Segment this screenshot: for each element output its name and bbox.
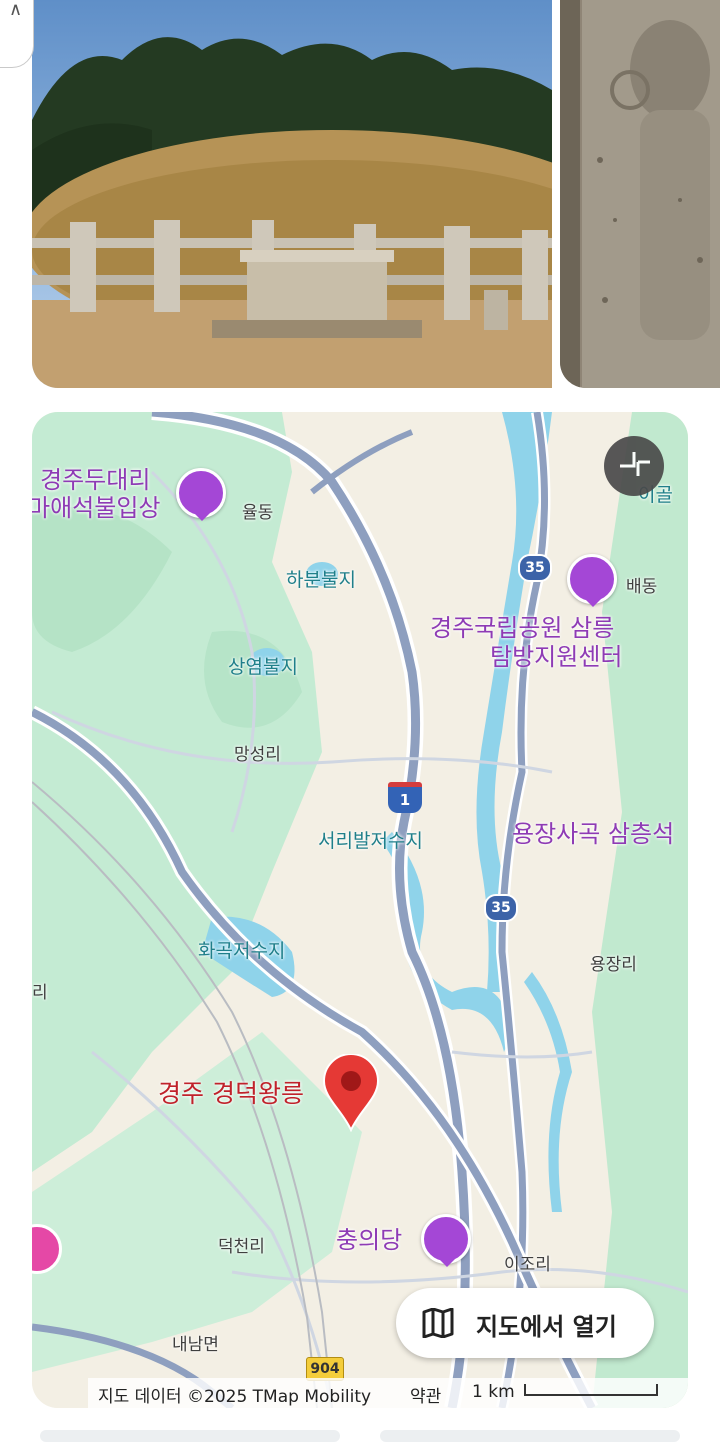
map-icon [422, 1308, 454, 1338]
poi-yongjang[interactable]: 용장사곡 삼층석 [512, 820, 674, 848]
open-in-map-label: 지도에서 열기 [476, 1313, 617, 1341]
scale-label: 1 km [472, 1382, 515, 1402]
photo-carousel[interactable]: ∧ [0, 0, 720, 390]
park-label-2[interactable]: 탐방지원센터 [490, 643, 622, 671]
terms-link[interactable]: 약관 [410, 1382, 441, 1407]
open-in-map-button[interactable]: 지도에서 열기 [396, 1288, 654, 1358]
village-baedong: 배동 [626, 577, 658, 597]
next-card-hint [40, 1430, 340, 1442]
map-card[interactable]: 경주두대리 마애석불입상 율동 이골 하분불지 배동 경주국립공원 삼릉 탐방지… [32, 412, 688, 1408]
camera-icon[interactable] [567, 554, 617, 607]
lake-seoribal: 서리발저수지 [318, 830, 423, 852]
village-ijo: 이조리 [504, 1255, 551, 1275]
collapse-tab[interactable]: ∧ [0, 0, 34, 68]
poi-chungui[interactable]: 충의당 [336, 1226, 402, 1254]
pin-label[interactable]: 경주 경덕왕릉 [158, 1074, 304, 1110]
map-data-credit: 지도 데이터 ©2025 TMap Mobility [98, 1387, 372, 1407]
scale-bar [524, 1384, 658, 1396]
chevron-up-icon: ∧ [9, 0, 23, 20]
poi-duedae-label-1[interactable]: 경주두대리 [40, 466, 150, 494]
poi-duedae-label-2[interactable]: 마애석불입상 [32, 494, 160, 522]
highway-shield: 1 [388, 782, 422, 813]
landmark-icon[interactable] [176, 468, 226, 521]
road-35-shield-b: 35 [484, 894, 518, 922]
tomb-photo[interactable] [32, 0, 552, 388]
collapse-map-button[interactable] [604, 436, 664, 496]
lake-hwagok: 화곡저수지 [198, 940, 286, 962]
collapse-icon [620, 452, 650, 476]
next-card-hint-2 [380, 1430, 680, 1442]
village-deokcheon: 덕천리 [218, 1237, 265, 1257]
road-35-shield-a: 35 [518, 554, 552, 582]
lake-sangyeom: 상염불지 [228, 656, 298, 678]
village-mangseong: 망성리 [234, 745, 281, 765]
village-yuldong: 율동 [242, 503, 274, 523]
carving-photo[interactable] [560, 0, 720, 388]
park-label-1[interactable]: 경주국립공원 삼릉 [430, 614, 614, 642]
village-yongjang: 용장리 [590, 955, 637, 975]
village-naenam: 내남면 [172, 1335, 219, 1355]
village-ri: 리 [32, 983, 48, 1003]
landmark-icon-2[interactable] [421, 1214, 471, 1267]
location-pin-icon[interactable] [322, 1054, 380, 1132]
lake-habun: 하분불지 [286, 569, 356, 591]
